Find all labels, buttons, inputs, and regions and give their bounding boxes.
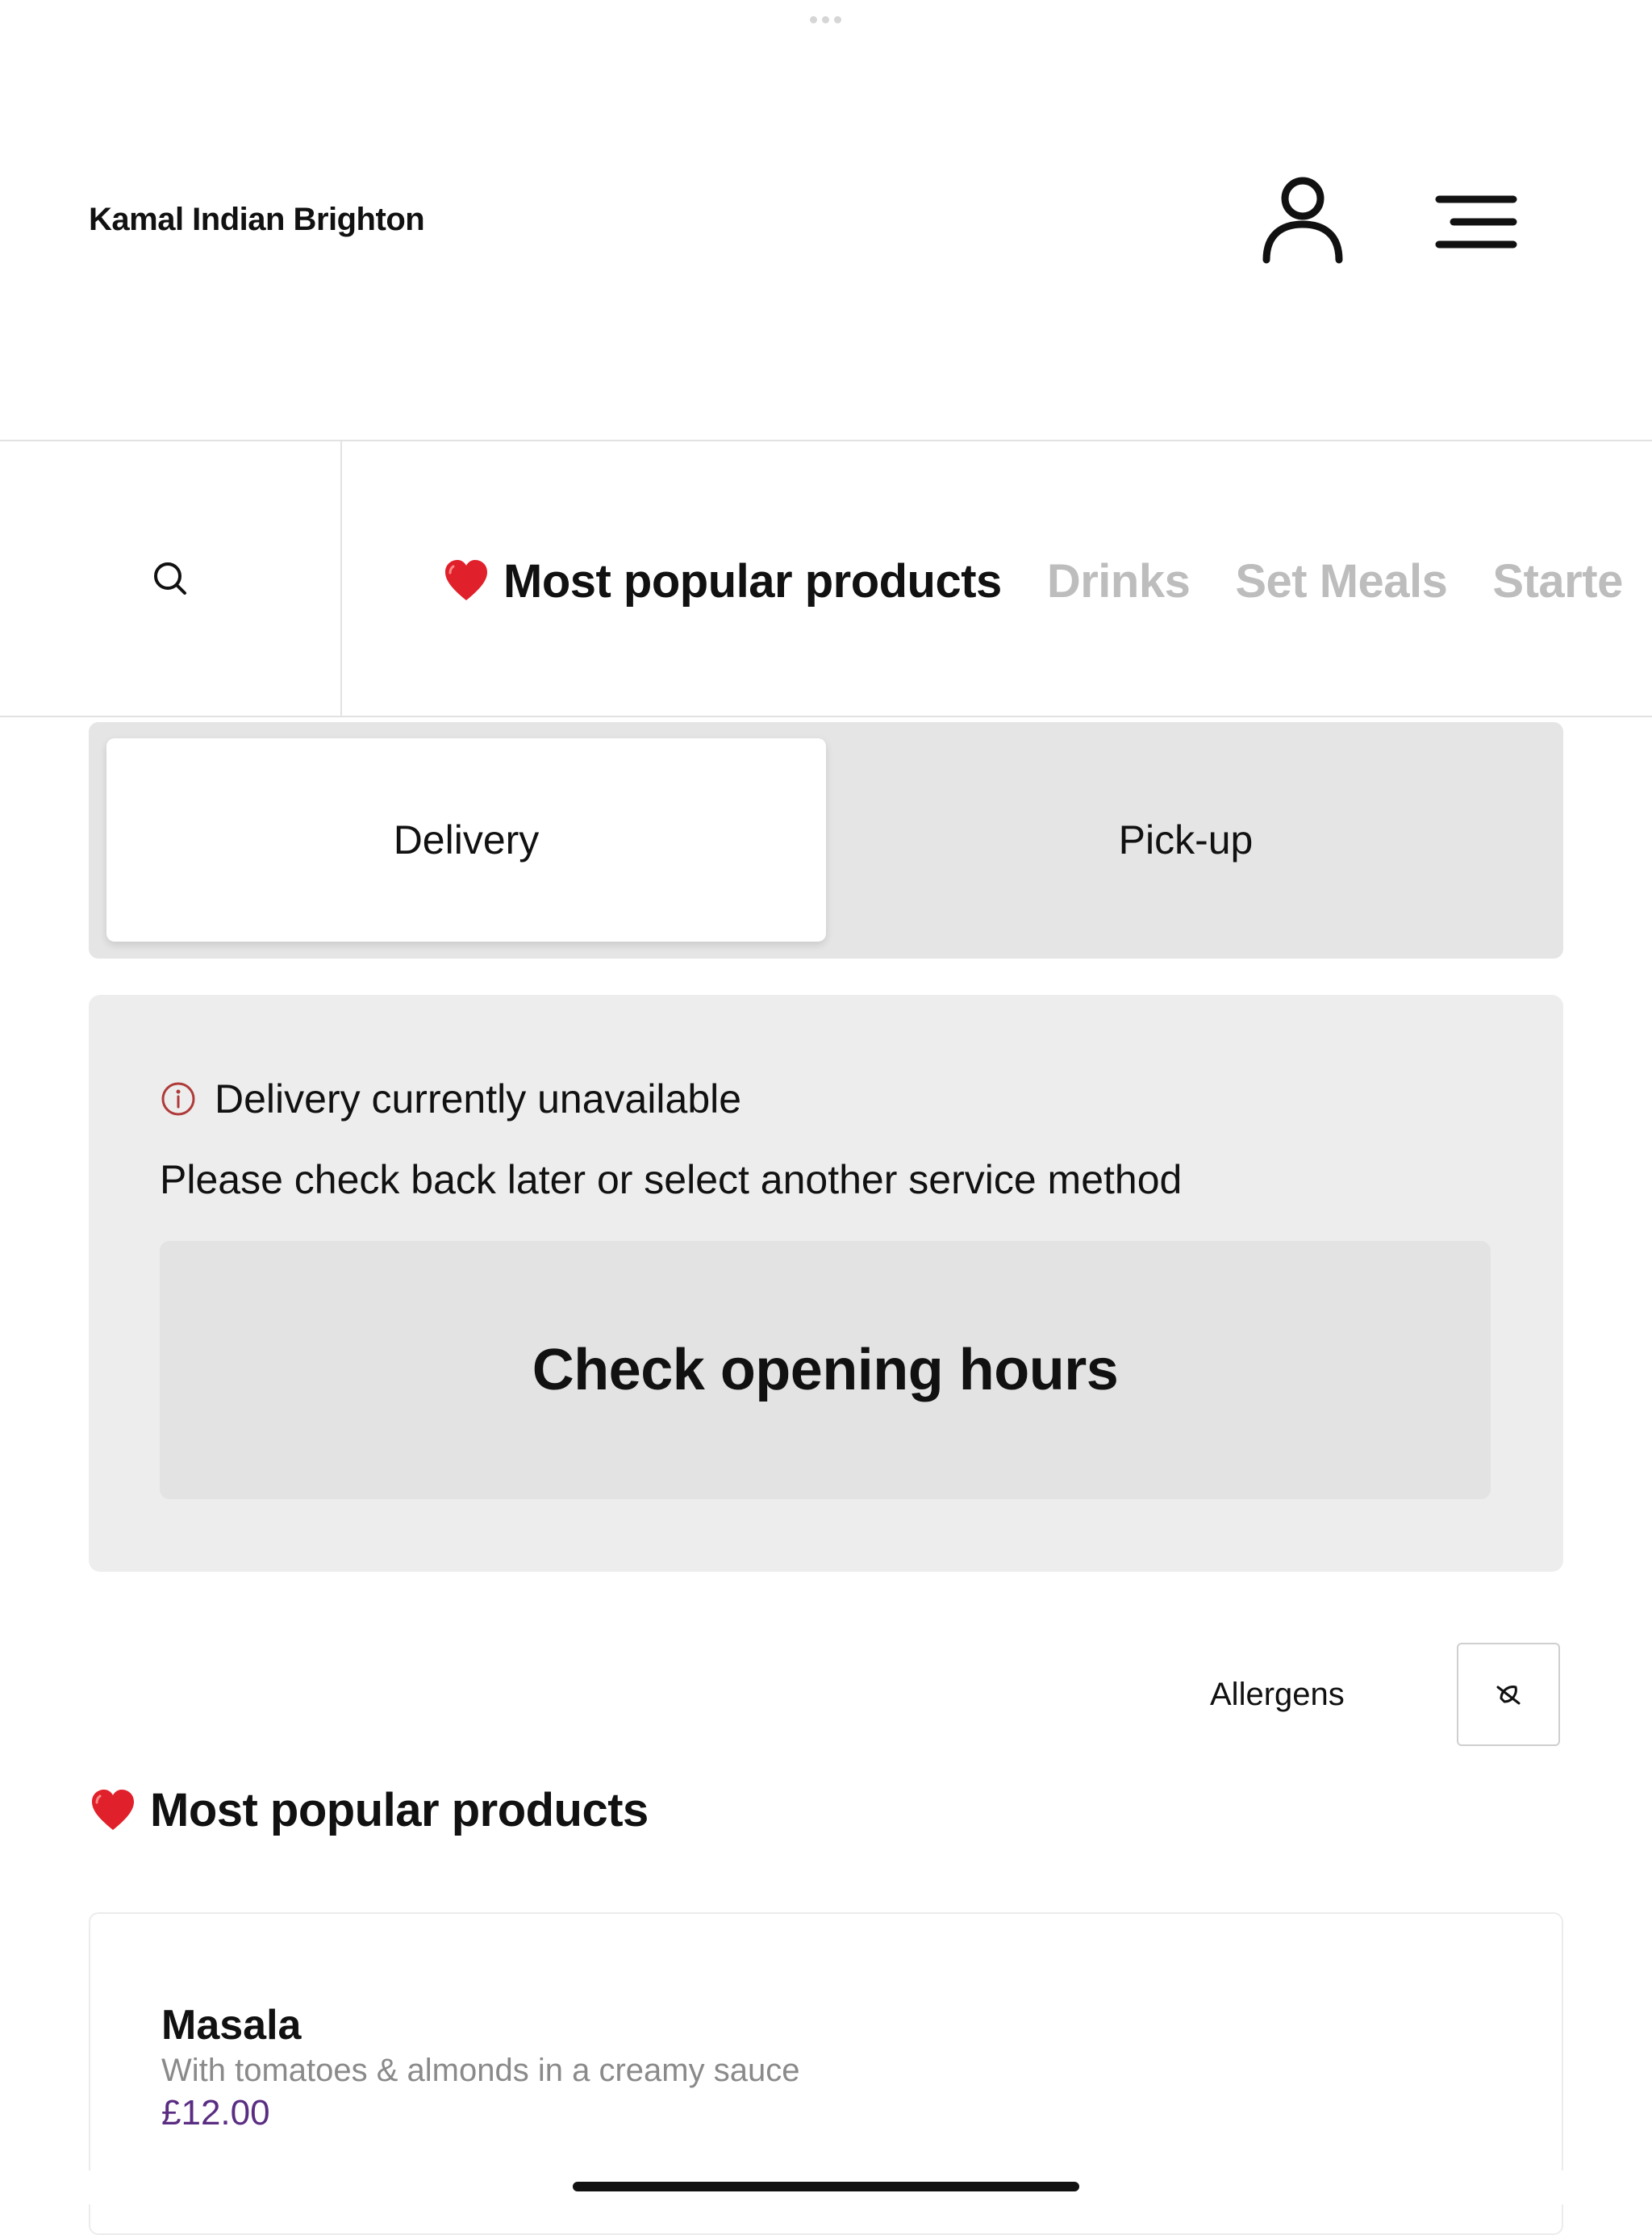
menu-button[interactable]: [1420, 178, 1533, 266]
delivery-unavailable-notice: Delivery currently unavailable Please ch…: [89, 995, 1563, 1572]
category-tabs: Most popular products Drinks Set Meals S…: [442, 549, 1652, 613]
notice-title: Delivery currently unavailable: [215, 1076, 742, 1122]
check-opening-hours-button[interactable]: Check opening hours: [160, 1241, 1491, 1499]
search-icon: [154, 562, 186, 595]
section-title: Most popular products: [150, 1784, 649, 1836]
service-method-toggle: Delivery Pick-up: [89, 722, 1563, 959]
user-icon: [1262, 177, 1343, 264]
notice-message: Please check back later or select anothe…: [160, 1157, 1183, 1202]
restaurant-name[interactable]: Kamal Indian Brighton: [89, 202, 425, 238]
tab-set-meals[interactable]: Set Meals: [1235, 554, 1448, 608]
search-button[interactable]: [0, 441, 342, 716]
allergens-button[interactable]: [1457, 1643, 1560, 1746]
divider: [0, 716, 1652, 717]
allergen-filter-icon: [1496, 1686, 1521, 1705]
tab-most-popular[interactable]: Most popular products: [442, 554, 1002, 608]
heart-icon: [92, 1789, 134, 1830]
account-button[interactable]: [1250, 165, 1355, 270]
delivery-option[interactable]: Delivery: [106, 738, 826, 942]
tab-drinks[interactable]: Drinks: [1047, 554, 1191, 608]
product-description: With tomatoes & almonds in a creamy sauc…: [161, 2053, 800, 2088]
home-indicator[interactable]: [573, 2182, 1079, 2191]
product-price: £12.00: [161, 2093, 270, 2133]
hamburger-menu-icon: [1435, 195, 1517, 249]
info-icon: [160, 1080, 197, 1118]
allergens-label: Allergens: [1210, 1677, 1345, 1712]
heart-icon: [445, 560, 487, 600]
notice-title-row: Delivery currently unavailable: [160, 1076, 741, 1122]
pickup-option[interactable]: Pick-up: [826, 738, 1546, 942]
section-heading: Most popular products: [89, 1783, 649, 1837]
tab-starters[interactable]: Starte: [1492, 554, 1623, 608]
product-name: Masala: [161, 2002, 302, 2049]
tab-label: Most popular products: [503, 554, 1002, 608]
